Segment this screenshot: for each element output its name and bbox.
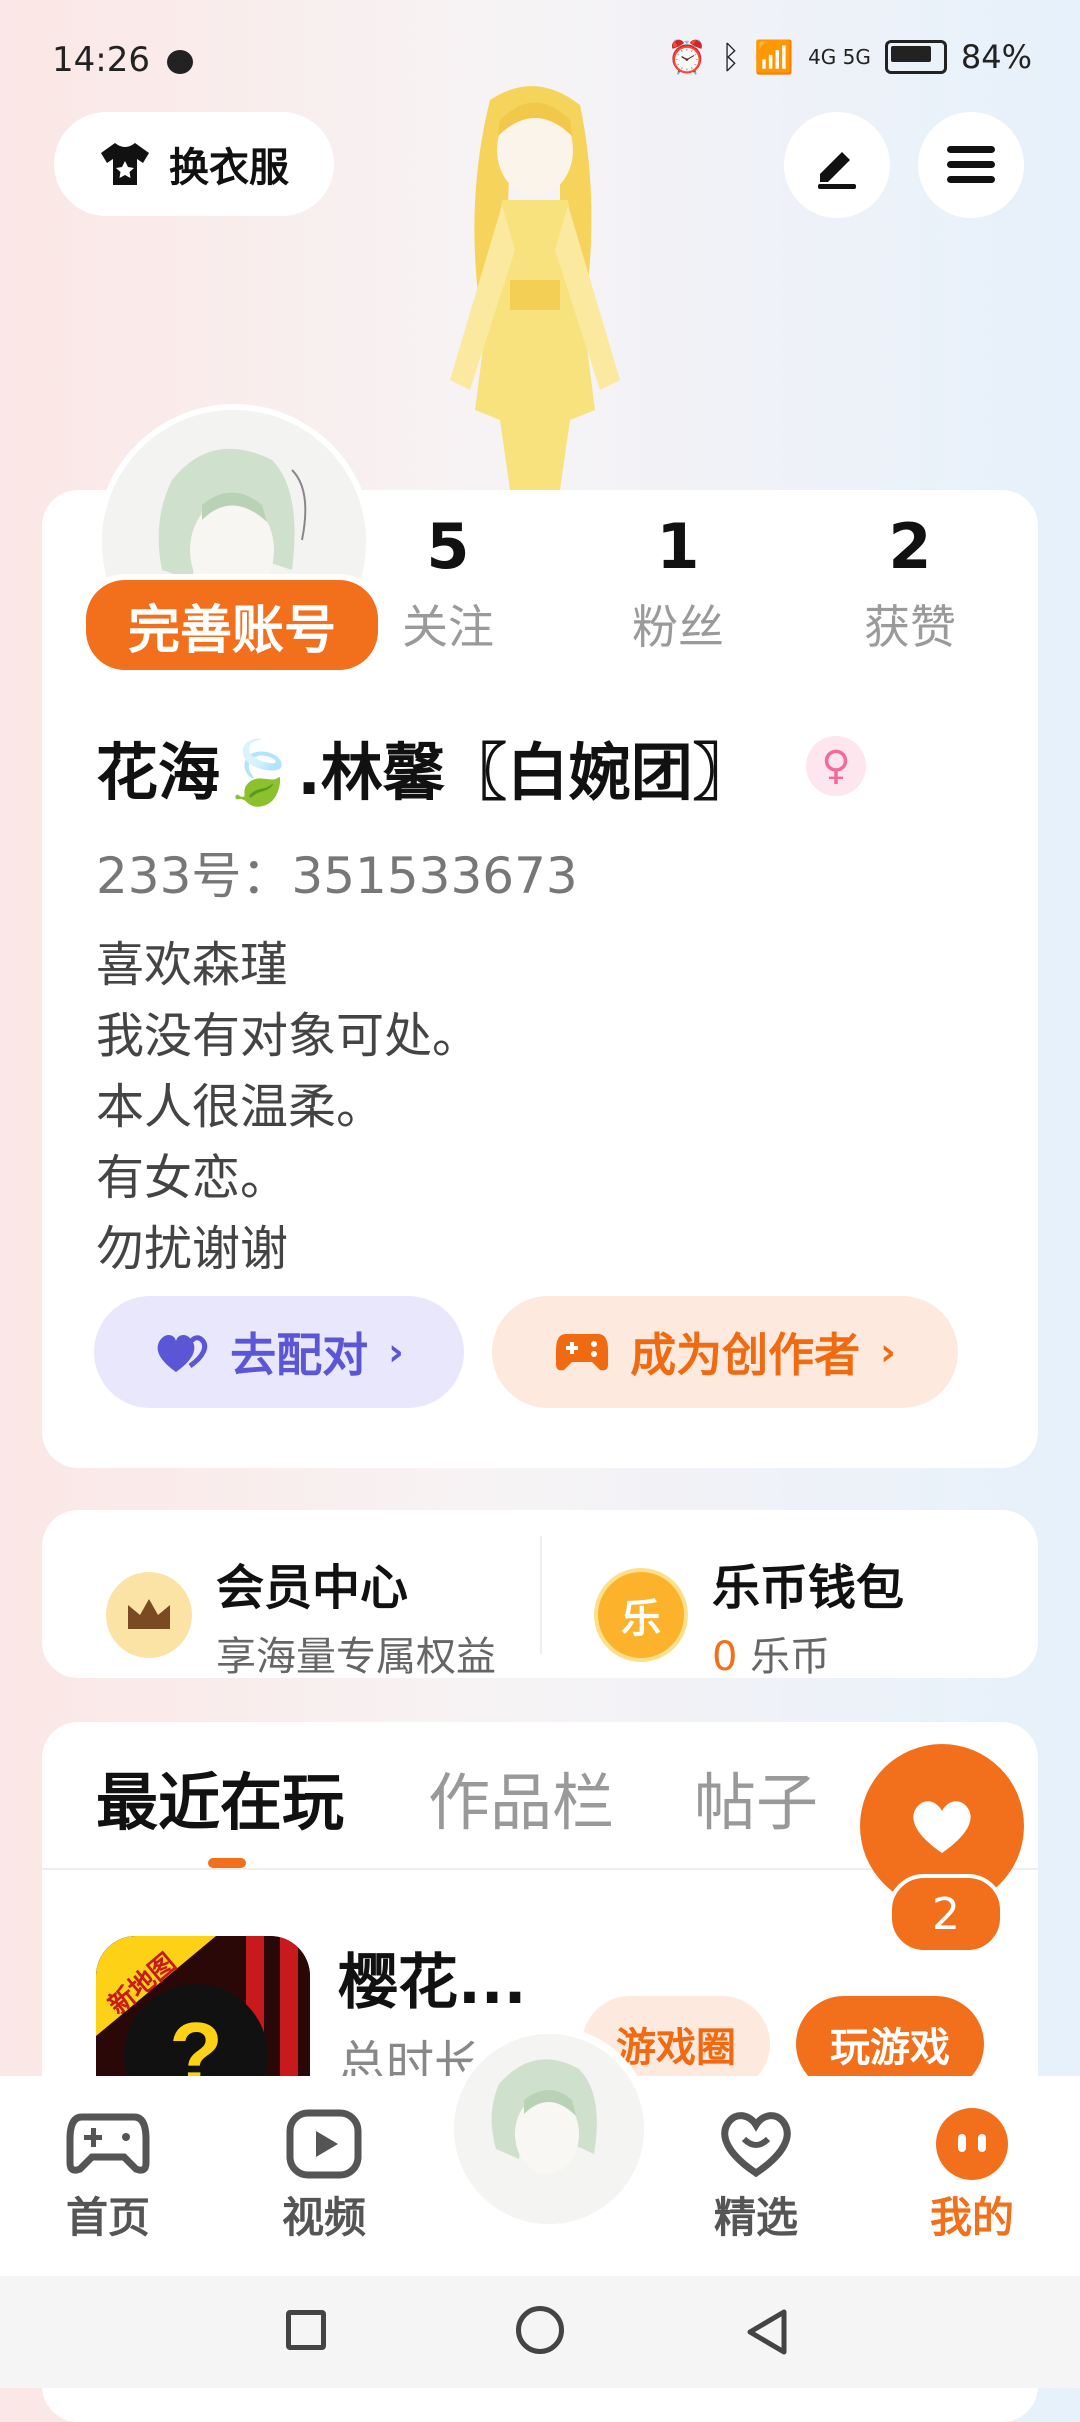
tab-posts[interactable]: 帖子 [694,1752,818,1842]
bio-line: 勿扰谢谢 [96,1221,289,1277]
crown-icon [106,1572,192,1658]
nav-featured[interactable]: 精选 [676,2104,836,2245]
nav-label: 精选 [713,2193,798,2242]
wifi-icon: 📶 [754,38,795,76]
stat-value: 2 [888,510,932,583]
complete-account-button[interactable]: 完善账号 [80,574,384,676]
change-outfit-label: 换衣服 [169,145,289,191]
home-button[interactable] [516,2306,564,2354]
game-title[interactable]: 樱花... [338,1934,526,2021]
recent-apps-button[interactable] [286,2310,326,2350]
status-time: 14:26 [52,40,193,80]
nav-home[interactable]: 首页 [28,2104,188,2245]
bio-line: 我没有对象可处。 [96,1008,481,1064]
bio-line: 本人很温柔。 [96,1079,385,1135]
hearts-icon [157,1335,208,1372]
wallet-amount: 0 [712,1634,738,1680]
nav-label: 首页 [65,2193,150,2242]
wallet[interactable]: 乐 乐币钱包 0 乐币 [594,1548,904,1682]
become-creator-button[interactable]: 成为创作者 › [492,1296,958,1408]
battery-icon [884,40,947,74]
female-icon: ♀ [806,736,866,796]
wallet-unit: 乐币 [750,1634,831,1680]
chevron-right-icon: › [388,1330,404,1374]
tab-recent-play[interactable]: 最近在玩 [96,1752,344,1842]
wallet-title: 乐币钱包 [712,1560,905,1616]
edit-profile-button[interactable] [784,112,890,218]
profile-nickname: 花海🍃.林馨〖白婉团〗 [96,736,755,809]
hamburger-icon [947,146,995,183]
menu-button[interactable] [918,112,1024,218]
stat-label: 关注 [402,600,494,654]
status-icons: ⏰ ᛒ 📶 4G 5G 84% [667,38,1032,76]
chevron-right-icon: › [880,1330,896,1374]
gamepad-icon [66,2113,150,2174]
tshirt-icon [101,143,149,185]
tab-works[interactable]: 作品栏 [428,1752,614,1842]
nav-label: 我的 [929,2193,1014,2242]
heart-icon [913,1801,971,1853]
nav-profile[interactable]: 我的 [892,2104,1052,2245]
stat-value: 5 [426,510,470,583]
battery-percent: 84% [960,38,1032,76]
signal-icon: 4G 5G [808,45,871,69]
match-button[interactable]: 去配对 › [94,1296,464,1408]
character-figure[interactable] [410,80,660,490]
change-outfit-button[interactable]: 换衣服 [54,112,334,216]
heart-count-badge: 2 [888,1874,1004,1954]
bio-line: 有女恋。 [96,1150,289,1206]
wallet-balance: 0 乐币 [712,1624,904,1682]
profile-id: 233号：351533673 [96,847,578,905]
member-title: 会员中心 [216,1560,409,1616]
center-avatar-button[interactable] [446,2026,652,2232]
nav-video[interactable]: 视频 [244,2104,404,2245]
alarm-icon: ⏰ [667,38,708,76]
creator-label: 成为创作者 [630,1328,861,1382]
stat-likes[interactable]: 2 获赞 [810,510,1010,657]
bio-line: 喜欢森瑾 [96,937,289,993]
match-label: 去配对 [230,1328,369,1382]
nav-label: 视频 [281,2193,366,2242]
stat-value: 1 [656,510,700,583]
stat-followers[interactable]: 1 粉丝 [578,510,778,657]
stat-label: 粉丝 [632,600,724,654]
member-center[interactable]: 会员中心 享海量专属权益 [106,1548,496,1682]
stat-following[interactable]: 5 关注 [348,510,548,657]
member-subtitle: 享海量专属权益 [216,1634,496,1680]
profile-icon [936,2108,1008,2180]
back-triangle-icon [747,2309,787,2355]
coin-icon: 乐 [594,1568,688,1662]
stat-label: 获赞 [864,600,956,654]
back-button[interactable] [744,2308,792,2360]
pen-icon [818,152,856,189]
message-icon [166,49,193,74]
divider [540,1536,542,1654]
profile-bio: 喜欢森瑾 我没有对象可处。 本人很温柔。 有女恋。 勿扰谢谢 [96,930,480,1285]
video-icon [286,2109,362,2179]
heart-chat-icon [721,2112,791,2178]
bluetooth-icon: ᛒ [721,38,741,76]
active-tab-indicator [208,1858,246,1868]
gamepad-icon [556,1334,609,1371]
